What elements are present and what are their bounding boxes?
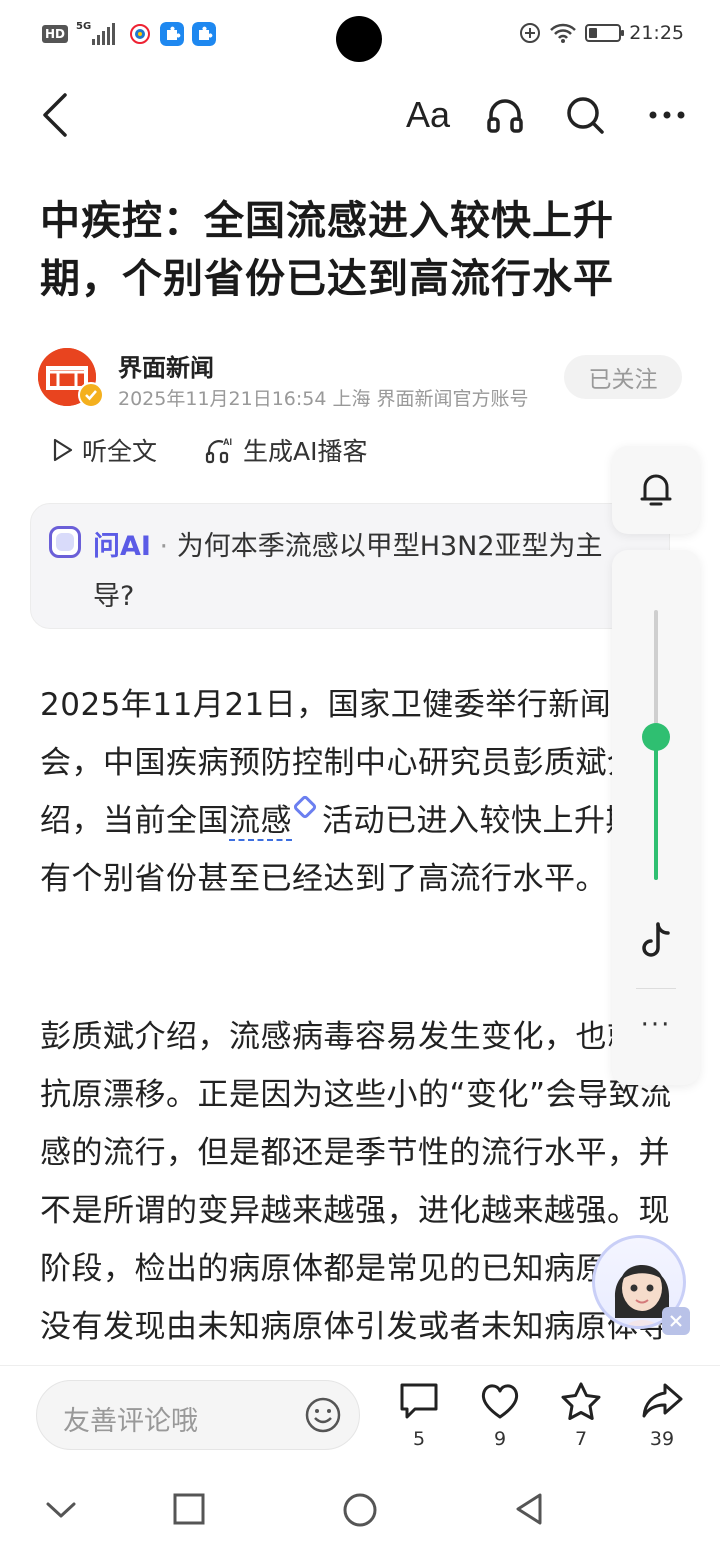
comment-icon	[400, 1383, 438, 1419]
volume-fill	[654, 736, 658, 880]
status-bar: HD 5G 21:25	[0, 0, 720, 70]
ask-ai-label: 问AI	[93, 531, 151, 562]
favorites-count: 7	[574, 1428, 588, 1450]
search-icon	[567, 97, 604, 134]
hd-badge: HD	[42, 25, 69, 43]
tiktok-icon[interactable]	[640, 922, 672, 960]
close-assistant-button[interactable]	[662, 1307, 690, 1335]
more-button[interactable]	[642, 90, 692, 140]
ai-podcast-button[interactable]: AI 生成AI播客	[205, 432, 368, 468]
listen-full-button[interactable]: 听全文	[52, 432, 157, 468]
more-dots-icon	[649, 111, 685, 119]
system-nav-bar	[0, 1468, 720, 1560]
keyword-link-flu[interactable]: 流感	[229, 803, 292, 841]
svg-text:AI: AI	[223, 437, 232, 447]
listen-full-label: 听全文	[82, 437, 158, 466]
volume-panel: ···	[612, 550, 700, 1085]
front-camera	[336, 16, 382, 62]
bell-icon	[640, 474, 672, 506]
comments-button[interactable]: 5	[384, 1382, 454, 1450]
comment-input[interactable]: 友善评论哦	[36, 1380, 360, 1450]
shares-count: 39	[649, 1428, 675, 1450]
like-button[interactable]: 9	[465, 1382, 535, 1450]
ai-podcast-label: 生成AI播客	[243, 437, 368, 466]
author-name[interactable]: 界面新闻	[118, 348, 214, 383]
article-paragraph-2: 彭质斌介绍，流感病毒容易发生变化，也就是抗原漂移。正是因为这些小的“变化”会导致…	[40, 1019, 672, 1345]
signal-icon: 5G	[76, 21, 120, 45]
follow-button[interactable]: 已关注	[564, 355, 682, 399]
article-toolbar: Aa	[0, 80, 720, 150]
puzzle-app-icon-2	[192, 22, 217, 46]
volume-knob[interactable]	[642, 722, 670, 751]
ai-headphones-icon: AI	[205, 437, 232, 464]
ask-ai-card[interactable]: 问AI · 为何本季流感以甲型H3N2亚型为主导?	[30, 503, 670, 629]
nav-hide-button[interactable]	[44, 1492, 78, 1526]
font-size-button[interactable]: Aa	[400, 90, 456, 140]
nav-recents-button[interactable]	[172, 1492, 206, 1526]
favorite-button[interactable]: 7	[546, 1382, 616, 1450]
ask-ai-separator: ·	[150, 531, 177, 562]
verified-badge-icon	[78, 382, 104, 408]
reminder-button[interactable]	[612, 446, 700, 534]
status-left: HD 5G	[42, 21, 217, 46]
ask-ai-text: 问AI · 为何本季流感以甲型H3N2亚型为主导?	[93, 522, 613, 622]
app-notification-icon	[130, 24, 151, 44]
likes-count: 9	[493, 1428, 507, 1450]
headphones-icon	[487, 99, 523, 133]
share-arrow-icon	[642, 1383, 683, 1418]
comments-count: 5	[412, 1428, 426, 1450]
listen-button[interactable]	[480, 90, 530, 140]
nav-home-button[interactable]	[342, 1492, 378, 1528]
emoji-icon[interactable]	[305, 1397, 341, 1433]
wifi-icon	[550, 23, 577, 43]
panel-divider	[636, 988, 676, 989]
audio-actions: 听全文 AI 生成AI播客	[52, 432, 368, 468]
article-title: 中疾控：全国流感进入较快上升期，个别省份已达到高流行水平	[40, 198, 614, 302]
article-meta: 2025年11月21日16:54 上海 界面新闻官方账号	[118, 388, 529, 410]
ai-sparkle-icon[interactable]	[292, 794, 318, 820]
status-right: 21:25	[519, 22, 684, 44]
comment-bar: 友善评论哦 5 9 7 39	[0, 1365, 720, 1465]
share-button[interactable]: 39	[627, 1382, 697, 1450]
data-saver-icon	[520, 23, 541, 43]
search-button[interactable]	[560, 90, 610, 140]
nav-back-button[interactable]	[514, 1492, 546, 1526]
chevron-left-icon	[43, 93, 67, 137]
ai-assistant-icon	[49, 526, 81, 558]
puzzle-app-icon	[160, 22, 185, 46]
author-row: 界面新闻 2025年11月21日16:54 上海 界面新闻官方账号 已关注	[38, 348, 688, 412]
battery-icon	[585, 24, 625, 42]
comment-placeholder: 友善评论哦	[63, 1406, 198, 1437]
play-icon	[53, 438, 73, 462]
article-paragraph-1: 2025年11月21日，国家卫健委举行新闻发布会，中国疾病预防控制中心研究员彭质…	[40, 687, 675, 897]
clock: 21:25	[629, 22, 684, 44]
star-icon	[561, 1382, 601, 1420]
volume-slider[interactable]	[642, 610, 670, 880]
panel-more-button[interactable]: ···	[612, 1010, 700, 1040]
heart-icon	[481, 1384, 519, 1419]
close-icon	[670, 1315, 682, 1327]
back-button[interactable]	[30, 90, 80, 140]
